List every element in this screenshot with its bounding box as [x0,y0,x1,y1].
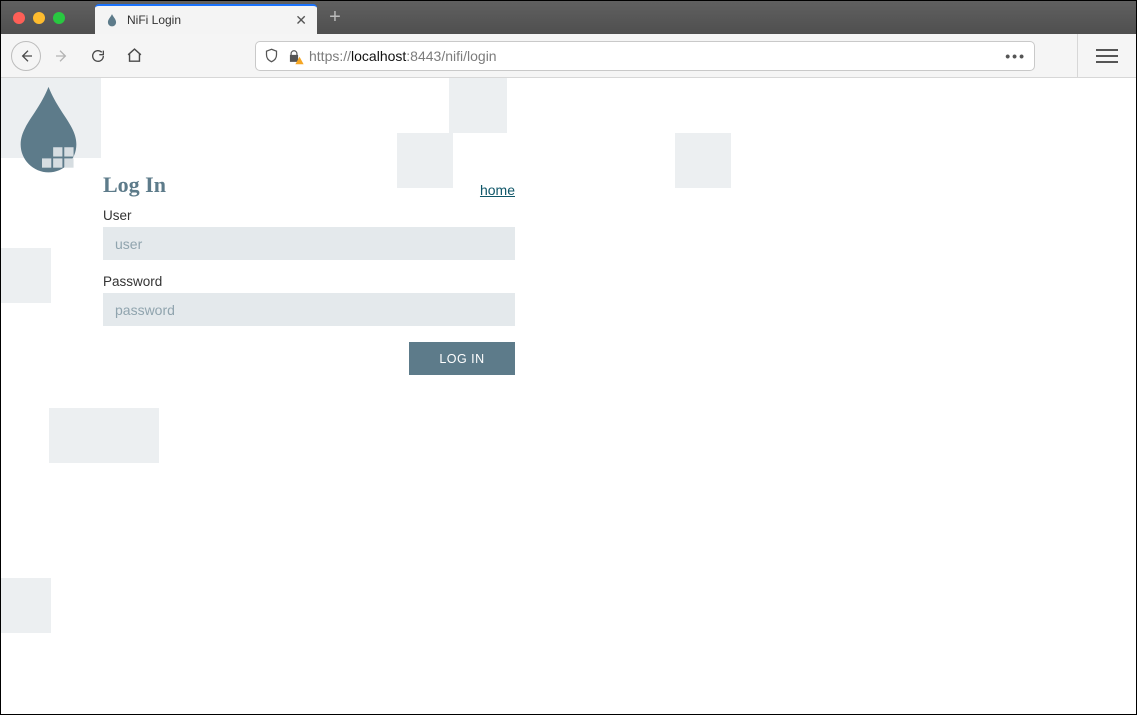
login-form: Log In home User Password LOG IN [103,172,515,375]
close-window-button[interactable] [13,12,25,24]
back-button[interactable] [11,41,41,71]
bg-deco [449,78,507,133]
user-label: User [103,208,515,223]
lock-warning-icon[interactable] [287,49,301,63]
arrow-right-icon [54,48,70,64]
forward-button[interactable] [47,41,77,71]
tab-title: NiFi Login [127,13,287,27]
bg-deco [675,133,731,188]
page-actions-icon[interactable]: ••• [1005,48,1026,64]
url-host: localhost [351,48,406,64]
browser-toolbar: https://localhost:8443/nifi/login ••• [1,34,1136,78]
menu-button[interactable] [1096,45,1118,67]
url-scheme: https:// [309,48,351,64]
login-button[interactable]: LOG IN [409,342,515,375]
address-bar[interactable]: https://localhost:8443/nifi/login ••• [255,41,1035,71]
home-link[interactable]: home [480,182,515,198]
password-input[interactable] [103,293,515,326]
arrow-left-icon [18,48,34,64]
home-button[interactable] [119,41,149,71]
reload-icon [90,48,106,64]
bg-deco [1,248,51,303]
url-text: https://localhost:8443/nifi/login [309,48,497,64]
shield-icon[interactable] [264,48,279,63]
window-controls [1,1,65,34]
user-input[interactable] [103,227,515,260]
home-icon [126,47,143,64]
hamburger-icon [1096,49,1118,51]
url-path: :8443/nifi/login [406,48,496,64]
bg-deco [1,578,51,633]
password-label: Password [103,274,515,289]
bg-deco [49,408,159,463]
close-tab-icon[interactable]: ✕ [295,12,307,29]
page-title: Log In [103,172,166,198]
page-content: Log In home User Password LOG IN [1,78,1136,714]
reload-button[interactable] [83,41,113,71]
nifi-logo [16,86,81,176]
new-tab-button[interactable]: + [323,6,347,30]
maximize-window-button[interactable] [53,12,65,24]
minimize-window-button[interactable] [33,12,45,24]
browser-tab[interactable]: NiFi Login ✕ [95,4,317,34]
droplet-icon [16,86,81,176]
tab-strip: NiFi Login ✕ + [1,1,1136,34]
nifi-favicon-icon [105,13,119,27]
